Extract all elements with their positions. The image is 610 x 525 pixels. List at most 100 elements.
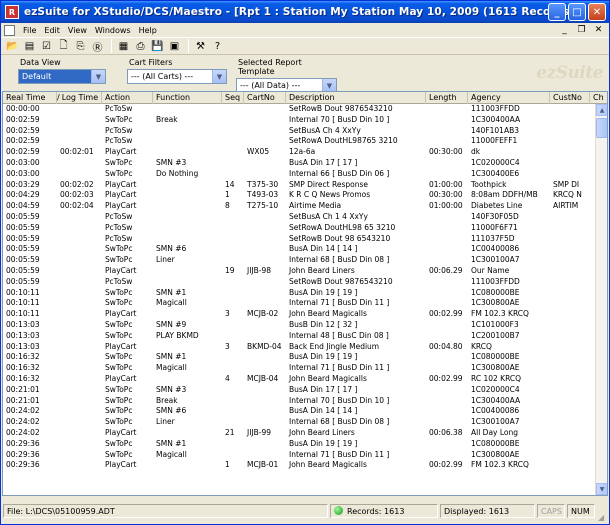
vertical-scrollbar[interactable]: ▲ ▼ bbox=[595, 104, 607, 495]
table-row[interactable]: 00:05:59 SwToPc Liner Internal 68 [ BusD Di… bbox=[3, 255, 597, 266]
table-icon[interactable]: ▦ bbox=[116, 39, 131, 54]
menu-windows[interactable]: Windows bbox=[91, 26, 135, 35]
table-row[interactable]: 00:00:00 PcToSw SetRowB Dout 9876543210 111… bbox=[3, 104, 597, 115]
table-row[interactable]: 00:02:59 00:02:01 PlayCart WX05 12a-6a 00:30:… bbox=[3, 147, 597, 158]
table-row[interactable]: 00:10:11 SwToPc Magicall Internal 71 [ BusD… bbox=[3, 298, 597, 309]
list-icon[interactable]: ☑ bbox=[39, 39, 54, 54]
table-row[interactable]: 00:04:59 00:02:04 PlayCart 8 T275-10 Airtime … bbox=[3, 201, 597, 212]
menu-file[interactable]: File bbox=[19, 26, 40, 35]
table-row[interactable]: 00:03:00 SwToPc SMN #3 BusA Din 17 [ 17 ] 1C… bbox=[3, 158, 597, 169]
table-row[interactable]: 00:10:11 SwToPc SMN #1 BusA Din 19 [ 19 ] 1C… bbox=[3, 288, 597, 299]
table-row[interactable]: 00:05:59 PcToSw SetBusA Ch 1 4 XxYy 140F30F… bbox=[3, 212, 597, 223]
chevron-down-icon[interactable]: ▼ bbox=[91, 70, 105, 83]
data-view-select[interactable]: Default ▼ bbox=[18, 69, 106, 84]
table-row[interactable]: 00:16:32 SwToPc SMN #1 BusA Din 19 [ 19 ] 1C… bbox=[3, 352, 597, 363]
table-row[interactable]: 00:21:01 SwToPc Break Internal 70 [ BusD Di… bbox=[3, 396, 597, 407]
cell-action: PlayCart bbox=[105, 373, 137, 383]
table-row[interactable]: 00:29:36 SwToPc Magicall Internal 71 [ BusD… bbox=[3, 450, 597, 461]
table-row[interactable]: 00:02:59 SwToPc Break Internal 70 [ BusD Di… bbox=[3, 115, 597, 126]
maximize-button[interactable]: □ bbox=[568, 3, 586, 21]
close-button[interactable]: ✕ bbox=[588, 3, 606, 21]
child-restore-button[interactable]: ❐ bbox=[575, 24, 588, 36]
table-row[interactable]: 00:13:03 SwToPc SMN #9 BusB Din 12 [ 32 ] 1C… bbox=[3, 320, 597, 331]
table-row[interactable]: 00:05:59 PlayCart 19 JIJB-98 John Beard Line… bbox=[3, 266, 597, 277]
table-row[interactable]: 00:04:29 00:02:03 PlayCart 1 T493-03 K R C Q … bbox=[3, 190, 597, 201]
report-icon[interactable]: ▤ bbox=[22, 39, 37, 54]
tools-icon[interactable]: ⚒ bbox=[193, 39, 208, 54]
copy-icon[interactable]: ⎘ bbox=[73, 39, 88, 54]
resize-grip-icon[interactable]: ◢ bbox=[598, 513, 608, 523]
cell-description: SetRowA DoutHL98 65 3210 bbox=[289, 222, 396, 232]
table-row[interactable]: 00:16:32 PlayCart 4 MCJB-04 John Beard Magic… bbox=[3, 374, 597, 385]
save-icon[interactable]: 💾 bbox=[150, 39, 165, 54]
scroll-up-button[interactable]: ▲ bbox=[596, 104, 607, 116]
scroll-down-button[interactable]: ▼ bbox=[596, 483, 607, 495]
print-icon[interactable]: ⎙ bbox=[133, 39, 148, 54]
child-close-button[interactable]: ✕ bbox=[592, 24, 605, 36]
table-row[interactable]: 00:02:59 PcToSw SetBusA Ch 4 XxYy 140F101AB… bbox=[3, 126, 597, 137]
cell-description: SetBusA Ch 4 XxYy bbox=[289, 125, 361, 135]
table-row[interactable]: 00:16:32 SwToPc Magicall Internal 71 [ BusD… bbox=[3, 363, 597, 374]
cell-log-time bbox=[57, 234, 102, 245]
table-row[interactable]: 00:29:36 PlayCart 1 MCJB-01 John Beard Magic… bbox=[3, 460, 597, 471]
cell-function bbox=[153, 374, 222, 385]
table-row[interactable]: 00:05:59 PcToSw SetRowB Dout 9876543210 111… bbox=[3, 277, 597, 288]
cell-description: John Beard Magicalls bbox=[289, 373, 367, 383]
cell-description: Airtime Media bbox=[289, 201, 342, 211]
column-header-agency[interactable]: Agency bbox=[468, 92, 550, 104]
cell-agency: 1C300100A7 bbox=[471, 255, 520, 265]
table-row[interactable]: 00:24:02 SwToPc SMN #6 BusA Din 14 [ 14 ] 1C… bbox=[3, 406, 597, 417]
menu-edit[interactable]: Edit bbox=[40, 26, 64, 35]
cell-description: BusA Din 17 [ 17 ] bbox=[289, 157, 358, 167]
column-header-ch[interactable]: Ch bbox=[590, 92, 607, 104]
cell-custno bbox=[550, 266, 590, 277]
cart-filters-select[interactable]: --- (All Carts) --- ▼ bbox=[127, 69, 227, 84]
column-header-seq[interactable]: Seq bbox=[222, 92, 244, 104]
cell-seq bbox=[222, 147, 244, 158]
cell-function: Magicall bbox=[156, 363, 187, 373]
column-header-action[interactable]: Action bbox=[102, 92, 153, 104]
menu-help[interactable]: Help bbox=[135, 26, 161, 35]
column-header-custno[interactable]: CustNo bbox=[550, 92, 590, 104]
column-header-length[interactable]: Length bbox=[426, 92, 468, 104]
column-header-real-time[interactable]: Real Time bbox=[3, 92, 57, 104]
table-row[interactable]: 00:29:36 SwToPc SMN #1 BusA Din 19 [ 19 ] 1C… bbox=[3, 439, 597, 450]
minimize-button[interactable]: _ bbox=[548, 3, 566, 21]
title-bar[interactable]: R ezSuite for XStudio/DCS/Maestro - [Rpt… bbox=[1, 1, 609, 23]
chevron-down-icon[interactable]: ▼ bbox=[212, 70, 226, 83]
table-row[interactable]: 00:05:59 PcToSw SetRowB Dout 98 6543210 111… bbox=[3, 234, 597, 245]
table-row[interactable]: 00:05:59 SwToPc SMN #6 BusA Din 14 [ 14 ] 1C… bbox=[3, 244, 597, 255]
cell-length bbox=[426, 320, 468, 331]
menu-view[interactable]: View bbox=[64, 26, 91, 35]
new-document-icon[interactable]: 🗋 bbox=[56, 39, 71, 54]
cell-length bbox=[426, 158, 468, 169]
cell-agency: 1C300800AE bbox=[471, 449, 520, 459]
record-icon[interactable]: Ⓡ bbox=[90, 39, 105, 54]
column-header-function[interactable]: Function bbox=[153, 92, 222, 104]
column-header-description[interactable]: Description bbox=[286, 92, 426, 104]
cell-real-time: 00:13:03 bbox=[6, 319, 40, 329]
column-header-log-time[interactable]: / Log Time bbox=[57, 92, 102, 104]
cell-seq bbox=[222, 363, 244, 374]
table-row[interactable]: 00:24:02 SwToPc Liner Internal 68 [ BusD Di… bbox=[3, 417, 597, 428]
column-header-cartno[interactable]: CartNo bbox=[244, 92, 286, 104]
table-row[interactable]: 00:05:59 PcToSw SetRowA DoutHL98 65 3210 11… bbox=[3, 223, 597, 234]
open-folder-icon[interactable]: 📂 bbox=[5, 39, 20, 54]
export-icon[interactable]: ▣ bbox=[167, 39, 182, 54]
report-template-label: Selected Report Template bbox=[238, 58, 302, 76]
table-row[interactable]: 00:10:11 PlayCart 3 MCJB-02 John Beard Magic… bbox=[3, 309, 597, 320]
table-row[interactable]: 00:02:59 PcToSw SetRowA DoutHL98765 3210 11… bbox=[3, 136, 597, 147]
table-row[interactable]: 00:24:02 PlayCart 21 JIJB-99 John Beard Line… bbox=[3, 428, 597, 439]
document-icon[interactable] bbox=[4, 24, 15, 36]
child-minimize-button[interactable]: _ bbox=[558, 24, 571, 36]
table-row[interactable]: 00:13:03 SwToPc PLAY BKMD Internal 48 [ Bus… bbox=[3, 331, 597, 342]
table-row[interactable]: 00:03:00 SwToPc Do Nothing Internal 66 [ Bu… bbox=[3, 169, 597, 180]
cell-length bbox=[426, 439, 468, 450]
scroll-thumb[interactable] bbox=[596, 118, 607, 138]
help-icon[interactable]: ? bbox=[210, 39, 225, 54]
table-row[interactable]: 00:13:03 PlayCart 3 BKMD-04 Back End Jingle … bbox=[3, 342, 597, 353]
status-num: NUM bbox=[567, 504, 595, 518]
status-bar: File: L:\DCS\05100959.ADT Records: 1613 … bbox=[1, 498, 609, 524]
table-row[interactable]: 00:21:01 SwToPc SMN #3 BusA Din 17 [ 17 ] 1C… bbox=[3, 385, 597, 396]
table-row[interactable]: 00:03:29 00:02:02 PlayCart 14 T375-30 SMP Dir… bbox=[3, 180, 597, 191]
